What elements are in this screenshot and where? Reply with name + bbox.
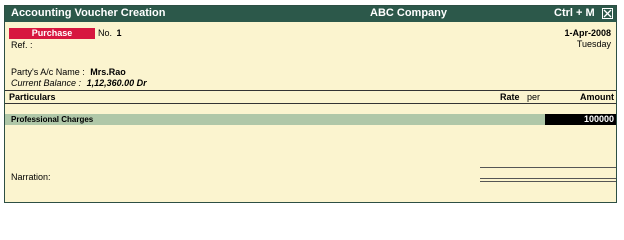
voucher-date[interactable]: 1-Apr-2008 [564,28,611,38]
shortcut-label: Ctrl + M [554,7,595,19]
column-header: Particulars Rate per Amount [5,90,616,104]
reference-field-label[interactable]: Ref. : [11,40,33,50]
column-particulars: Particulars [9,92,56,102]
window-title: Accounting Voucher Creation [11,7,166,19]
party-account: Party's A/c Name : Mrs.Rao [11,67,126,77]
narration-field-label[interactable]: Narration: [11,172,51,182]
column-per: per [527,92,541,102]
total-divider-middle [480,178,616,179]
row-particular[interactable]: Professional Charges [11,115,93,124]
voucher-day: Tuesday [576,39,611,49]
company-name: ABC Company [370,7,448,19]
current-balance-label: Current Balance : [11,78,82,88]
row-amount[interactable]: 100000 [545,114,616,125]
current-balance-value: 1,12,360.00 Dr [86,78,147,88]
column-rate: Rate [500,92,520,102]
total-divider-top [480,167,616,168]
party-account-name[interactable]: Mrs.Rao [90,67,126,77]
party-account-label: Party's A/c Name : [11,67,85,77]
voucher-number: No. 1 [98,28,122,38]
title-bar: Accounting Voucher Creation ABC Company … [5,6,616,22]
column-amount: Amount [580,92,614,102]
current-balance: Current Balance : 1,12,360.00 Dr [11,78,147,88]
total-divider-bottom [480,181,616,182]
voucher-number-value: 1 [116,28,122,38]
table-row[interactable]: Professional Charges 100000 [5,114,616,125]
voucher-number-label: No. [98,28,113,38]
close-icon[interactable] [602,8,613,19]
voucher-type-button[interactable]: Purchase [9,28,95,39]
voucher-window: Accounting Voucher Creation ABC Company … [4,5,617,203]
